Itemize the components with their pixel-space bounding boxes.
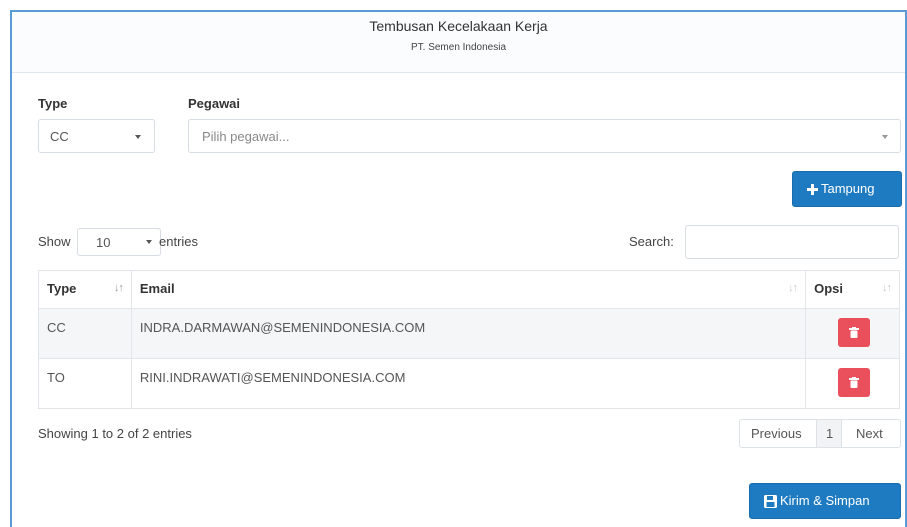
entries-select[interactable]: 10 — [77, 228, 161, 256]
cell-opsi — [805, 358, 900, 409]
show-label: Show — [38, 234, 71, 249]
report-panel: Tembusan Kecelakaan Kerja PT. Semen Indo… — [10, 10, 907, 527]
chevron-down-icon — [135, 135, 141, 139]
sort-asc-icon: ↓↑ — [113, 282, 124, 294]
column-label: Type — [47, 281, 77, 296]
chevron-down-icon — [882, 135, 888, 139]
column-header-email[interactable]: Email ↓↑ — [130, 270, 807, 309]
cell-email: INDRA.DARMAWAN@SEMENINDONESIA.COM — [130, 308, 807, 359]
table-info: Showing 1 to 2 of 2 entries — [38, 426, 192, 441]
entries-label: entries — [159, 234, 199, 249]
trash-icon — [849, 327, 860, 338]
pegawai-placeholder: Pilih pegawai... — [202, 129, 290, 144]
entries-select-value: 10 — [96, 235, 111, 250]
type-label: Type — [38, 96, 68, 111]
type-select-value: CC — [50, 129, 69, 144]
page-number: 1 — [826, 426, 834, 441]
chevron-down-icon — [146, 240, 152, 244]
search-input[interactable] — [685, 225, 899, 259]
tampung-label: Tampung — [821, 181, 875, 196]
table-row: CC INDRA.DARMAWAN@SEMENINDONESIA.COM — [38, 308, 900, 359]
column-label: Email — [139, 281, 175, 296]
panel-header: Tembusan Kecelakaan Kerja PT. Semen Indo… — [12, 12, 905, 73]
email-table: Type ↓↑ Email ↓↑ Opsi ↓↑ CC INDRA.DARMAW… — [38, 270, 900, 409]
kirim-simpan-label: Kirim & Simpan — [780, 493, 870, 508]
column-label: Opsi — [814, 281, 843, 296]
save-icon — [764, 495, 777, 508]
cell-email: RINI.INDRAWATI@SEMENINDONESIA.COM — [130, 358, 807, 409]
page-button-current[interactable]: 1 — [816, 419, 842, 448]
sort-icon: ↓↑ — [882, 282, 892, 294]
next-label: Next — [856, 426, 883, 441]
pegawai-label: Pegawai — [188, 96, 241, 111]
plus-icon — [807, 184, 818, 195]
cell-type: TO — [38, 358, 132, 409]
column-header-opsi[interactable]: Opsi ↓↑ — [805, 270, 900, 309]
delete-button[interactable] — [838, 318, 871, 347]
kirim-simpan-button[interactable]: Kirim & Simpan — [749, 483, 901, 519]
previous-button[interactable]: Previous — [739, 419, 817, 448]
search-label: Search: — [629, 234, 674, 249]
column-header-type[interactable]: Type ↓↑ — [38, 270, 132, 309]
table-row: TO RINI.INDRAWATI@SEMENINDONESIA.COM — [38, 358, 900, 409]
trash-icon — [849, 377, 860, 388]
sort-icon: ↓↑ — [788, 282, 798, 294]
delete-button[interactable] — [838, 368, 871, 397]
pegawai-select[interactable]: Pilih pegawai... — [188, 119, 901, 153]
next-button[interactable]: Next — [841, 419, 901, 448]
cell-opsi — [805, 308, 900, 359]
type-select[interactable]: CC — [38, 119, 155, 153]
page-title: Tembusan Kecelakaan Kerja — [369, 18, 548, 34]
table-header-row: Type ↓↑ Email ↓↑ Opsi ↓↑ — [38, 270, 900, 309]
page-subtitle: PT. Semen Indonesia — [410, 42, 507, 53]
tampung-button[interactable]: Tampung — [792, 171, 902, 207]
previous-label: Previous — [751, 426, 802, 441]
cell-type: CC — [38, 308, 132, 359]
